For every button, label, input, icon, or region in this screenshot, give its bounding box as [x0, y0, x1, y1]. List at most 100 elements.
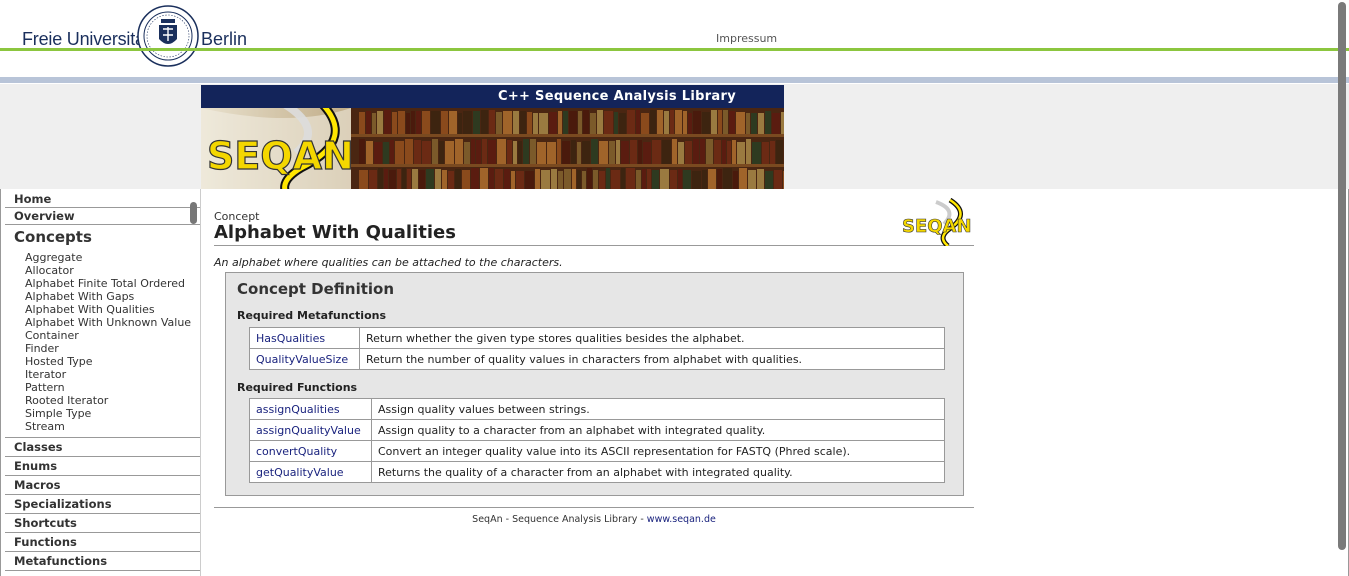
book-spine: [693, 139, 699, 164]
sidebar-concept-item[interactable]: Simple Type: [25, 407, 200, 420]
book-spine: [564, 169, 571, 189]
book-spine: [463, 111, 472, 135]
book-spine: [504, 169, 510, 189]
footer-text: SeqAn - Sequence Analysis Library -: [472, 514, 647, 525]
sidebar-item-shortcuts[interactable]: Shortcuts: [5, 514, 200, 533]
function-link[interactable]: convertQuality: [249, 440, 372, 462]
sidebar-concept-item[interactable]: Alphabet Finite Total Ordered: [25, 277, 200, 290]
sidebar-concept-item[interactable]: Allocator: [25, 264, 200, 277]
sidebar-item-macros[interactable]: Macros: [5, 476, 200, 495]
function-link[interactable]: getQualityValue: [249, 461, 372, 483]
book-spine: [604, 111, 613, 135]
book-spine: [503, 111, 512, 135]
book-spine: [377, 111, 383, 135]
metafunction-link[interactable]: QualityValueSize: [249, 348, 360, 370]
university-seal-icon[interactable]: [137, 5, 199, 67]
book-spine: [563, 111, 568, 135]
book-spine: [395, 141, 404, 166]
book-spine: [455, 169, 461, 189]
university-name-right[interactable]: Berlin: [201, 29, 247, 50]
impressum-link[interactable]: Impressum: [716, 32, 777, 45]
metafunction-link[interactable]: HasQualities: [249, 327, 360, 349]
sidebar-concept-item[interactable]: Hosted Type: [25, 355, 200, 368]
book-spine: [702, 170, 707, 189]
book-spine: [683, 170, 691, 189]
seqan-banner: C++ Sequence Analysis Library SEQAN: [201, 85, 784, 189]
book-spine: [583, 110, 589, 134]
book-spine: [489, 110, 495, 134]
book-spine: [397, 169, 401, 189]
book-spine: [675, 110, 682, 134]
book-spine: [571, 140, 576, 165]
book-spine: [416, 111, 421, 135]
sidebar-concept-item[interactable]: Stream: [25, 420, 200, 433]
seqan-logo-text: SEQAN: [902, 216, 972, 237]
book-spine: [765, 171, 773, 189]
sidebar-concept-item[interactable]: Alphabet With Gaps: [25, 290, 200, 303]
sidebar-concept-item[interactable]: Iterator: [25, 368, 200, 381]
book-spine: [513, 111, 519, 135]
function-link[interactable]: assignQualityValue: [249, 419, 372, 441]
function-description: Convert an integer quality value into it…: [371, 440, 945, 462]
book-spine: [549, 112, 557, 136]
book-spine: [392, 112, 397, 136]
book-spine: [369, 170, 377, 189]
sidebar-item-specializations[interactable]: Specializations: [5, 495, 200, 514]
book-spine: [636, 110, 640, 134]
book-spine: [746, 113, 750, 137]
book-spine: [609, 141, 615, 166]
book-spine: [732, 140, 736, 165]
sidebar-concept-item[interactable]: Container: [25, 329, 200, 342]
book-spine: [748, 170, 756, 189]
book-spine: [621, 168, 625, 189]
book-spine: [578, 111, 582, 135]
book-spine: [643, 142, 651, 167]
sidebar-concept-item[interactable]: Rooted Iterator: [25, 394, 200, 407]
book-spine: [407, 169, 411, 189]
book-spine: [685, 141, 692, 166]
book-spine: [599, 171, 605, 189]
book-spine: [448, 171, 454, 189]
table-row: QualityValueSize Return the number of qu…: [249, 348, 945, 370]
book-spine: [384, 110, 391, 134]
book-spine: [481, 110, 488, 134]
table-row: convertQuality Convert an integer qualit…: [249, 440, 945, 462]
sidebar-concept-item[interactable]: Alphabet With Qualities: [25, 303, 200, 316]
book-spine: [558, 111, 562, 135]
sidebar-concept-item[interactable]: Finder: [25, 342, 200, 355]
book-spine: [530, 139, 536, 164]
book-spine: [657, 110, 663, 134]
book-spine: [597, 110, 603, 134]
sidebar-concept-item[interactable]: Aggregate: [25, 251, 200, 264]
book-spine: [523, 139, 529, 164]
book-spine: [372, 113, 376, 137]
book-spine: [672, 139, 677, 164]
sidebar-item-home[interactable]: Home: [5, 191, 200, 208]
metafunction-description: Return the number of quality values in c…: [359, 348, 945, 370]
function-description: Assign quality to a character from an al…: [371, 419, 945, 441]
function-description: Returns the quality of a character from …: [371, 461, 945, 483]
book-spine: [751, 113, 757, 137]
sidebar-scrollbar[interactable]: [190, 202, 197, 224]
sidebar-item-metafunctions[interactable]: Metafunctions: [5, 552, 200, 571]
page-scrollbar[interactable]: [1338, 2, 1346, 550]
book-spine: [692, 171, 701, 189]
book-spine: [551, 169, 557, 189]
sidebar-concept-item[interactable]: Pattern: [25, 381, 200, 394]
sidebar-concept-item[interactable]: Alphabet With Unknown Value: [25, 316, 200, 329]
university-name-left[interactable]: Freie Universität: [22, 29, 150, 50]
sidebar-concepts-heading[interactable]: Concepts: [5, 225, 200, 251]
footer-website-link[interactable]: www.seqan.de: [647, 514, 716, 525]
banner-title: C++ Sequence Analysis Library: [497, 89, 736, 104]
sidebar-item-enums[interactable]: Enums: [5, 457, 200, 476]
book-spine: [762, 142, 769, 167]
book-spine: [647, 169, 651, 189]
sidebar-item-overview[interactable]: Overview: [5, 208, 200, 225]
sidebar-item-functions[interactable]: Functions: [5, 533, 200, 552]
book-spine: [520, 111, 526, 135]
book-spine: [711, 110, 717, 134]
sidebar-item-classes[interactable]: Classes: [5, 438, 200, 457]
blue-divider: [0, 77, 1349, 83]
function-link[interactable]: assignQualities: [249, 398, 372, 420]
book-spine: [757, 169, 764, 189]
